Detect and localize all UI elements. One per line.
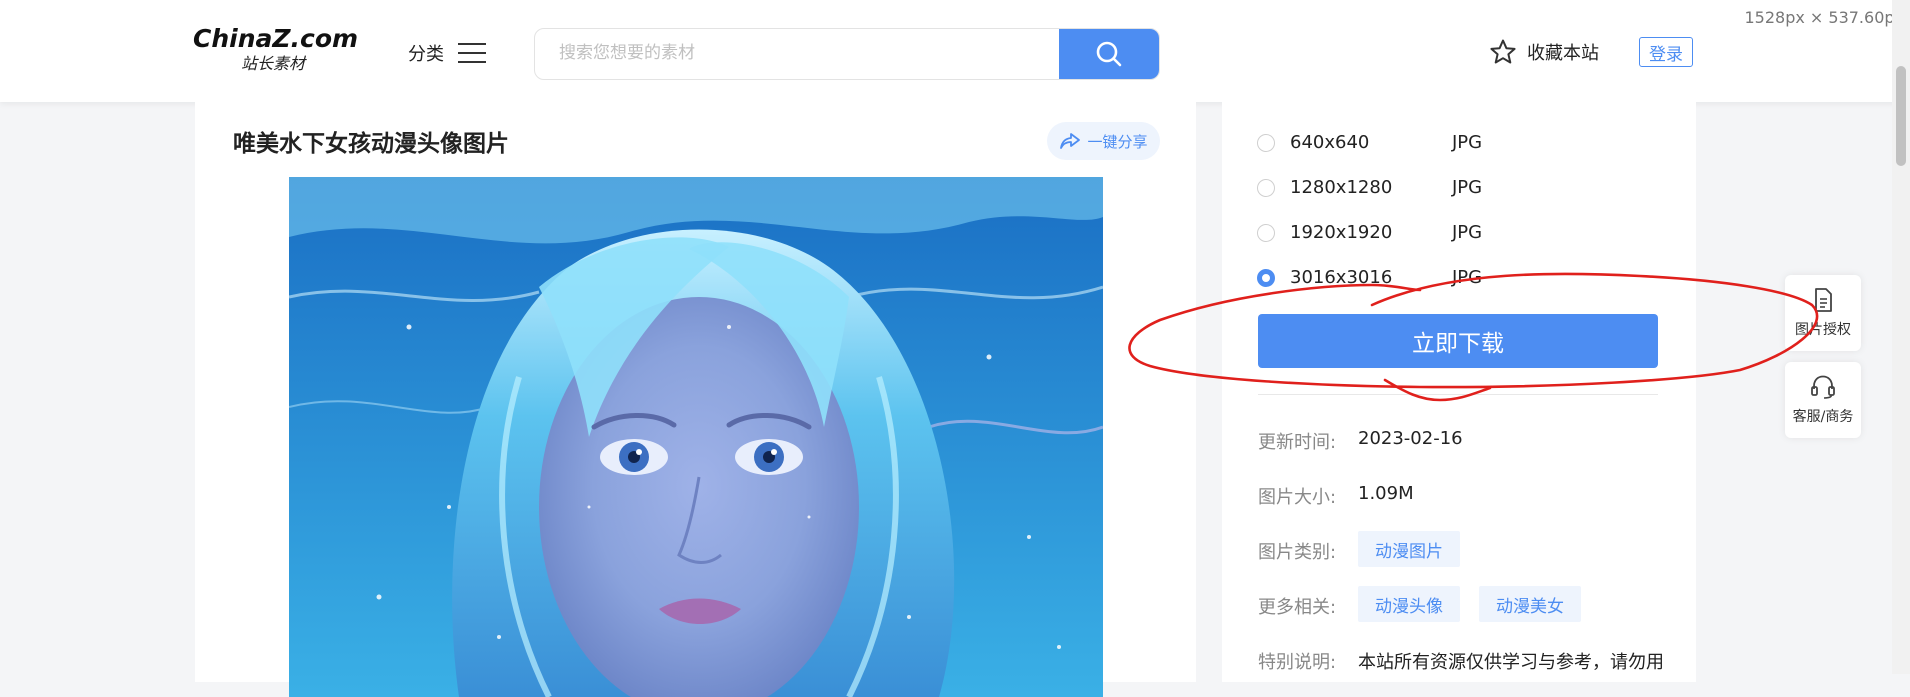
search-icon xyxy=(1096,41,1122,67)
radio-button[interactable] xyxy=(1257,223,1275,242)
option-format: JPG xyxy=(1452,222,1483,243)
favorite-label: 收藏本站 xyxy=(1527,43,1599,64)
menu-icon xyxy=(458,42,486,64)
option-format: JPG xyxy=(1452,267,1483,288)
category-menu-button[interactable]: 分类 xyxy=(408,40,486,66)
note-value: 本站所有资源仅供学习与参考，请勿用 xyxy=(1358,652,1664,673)
option-format: JPG xyxy=(1452,177,1483,198)
divider xyxy=(1258,394,1658,395)
search-bar xyxy=(534,28,1160,80)
image-category-label: 图片类别: xyxy=(1258,542,1337,563)
page-dimensions-label: 1528px × 537.60px xyxy=(1744,8,1904,27)
radio-button[interactable] xyxy=(1257,133,1275,152)
update-time-label: 更新时间: xyxy=(1258,432,1337,453)
scrollbar-thumb[interactable] xyxy=(1896,66,1906,166)
image-detail-card: 唯美水下女孩动漫头像图片 一键分享 xyxy=(195,102,1196,697)
category-label: 分类 xyxy=(408,44,444,65)
download-options-card: 640x640 JPG 1280x1280 JPG 1920x1920 JPG … xyxy=(1222,102,1696,682)
option-size: 3016x3016 xyxy=(1290,267,1393,288)
share-button[interactable]: 一键分享 xyxy=(1047,122,1160,160)
customer-service-label: 客服/商务 xyxy=(1792,409,1854,425)
update-time-value: 2023-02-16 xyxy=(1358,428,1463,449)
headset-icon xyxy=(1811,375,1835,399)
page-title: 唯美水下女孩动漫头像图片 xyxy=(233,131,509,157)
option-format: JPG xyxy=(1452,132,1483,153)
related-tag[interactable]: 动漫美女 xyxy=(1479,586,1581,622)
site-header: ChinaZ.com 站长素材 分类 收藏本站 登录 1528px × 537.… xyxy=(0,0,1910,102)
share-icon xyxy=(1060,133,1081,149)
document-icon xyxy=(1815,288,1832,312)
search-button[interactable] xyxy=(1059,29,1159,79)
preview-image[interactable] xyxy=(289,177,1103,697)
radio-button-selected[interactable] xyxy=(1257,268,1275,287)
image-license-label: 图片授权 xyxy=(1795,322,1851,338)
radio-button[interactable] xyxy=(1257,178,1275,197)
note-label: 特别说明: xyxy=(1258,652,1337,673)
image-size-label: 图片大小: xyxy=(1258,487,1337,508)
option-size: 1280x1280 xyxy=(1290,177,1393,198)
related-tag[interactable]: 动漫头像 xyxy=(1358,586,1460,622)
vertical-scrollbar[interactable] xyxy=(1892,0,1910,674)
customer-service-button[interactable]: 客服/商务 xyxy=(1785,362,1861,438)
logo-sub-text: 站长素材 xyxy=(240,54,305,73)
image-license-button[interactable]: 图片授权 xyxy=(1785,275,1861,351)
logo-main-text: ChinaZ.com xyxy=(193,24,359,53)
related-label: 更多相关: xyxy=(1258,597,1337,618)
option-size: 640x640 xyxy=(1290,132,1370,153)
search-input[interactable] xyxy=(535,29,1079,77)
option-size: 1920x1920 xyxy=(1290,222,1393,243)
favorite-site-button[interactable]: 收藏本站 xyxy=(1489,38,1599,66)
star-icon xyxy=(1490,39,1516,64)
size-option-1280[interactable]: 1280x1280 JPG xyxy=(1257,177,1482,198)
size-option-640[interactable]: 640x640 JPG xyxy=(1257,132,1482,153)
image-size-value: 1.09M xyxy=(1358,483,1414,504)
share-label: 一键分享 xyxy=(1087,132,1148,151)
girl-underwater-illustration xyxy=(289,177,1103,697)
login-button[interactable]: 登录 xyxy=(1639,37,1693,67)
download-button[interactable]: 立即下载 xyxy=(1258,314,1658,368)
category-tag[interactable]: 动漫图片 xyxy=(1358,531,1460,567)
size-option-1920[interactable]: 1920x1920 JPG xyxy=(1257,222,1482,243)
site-logo[interactable]: ChinaZ.com 站长素材 xyxy=(193,24,359,74)
size-option-3016[interactable]: 3016x3016 JPG xyxy=(1257,267,1482,288)
